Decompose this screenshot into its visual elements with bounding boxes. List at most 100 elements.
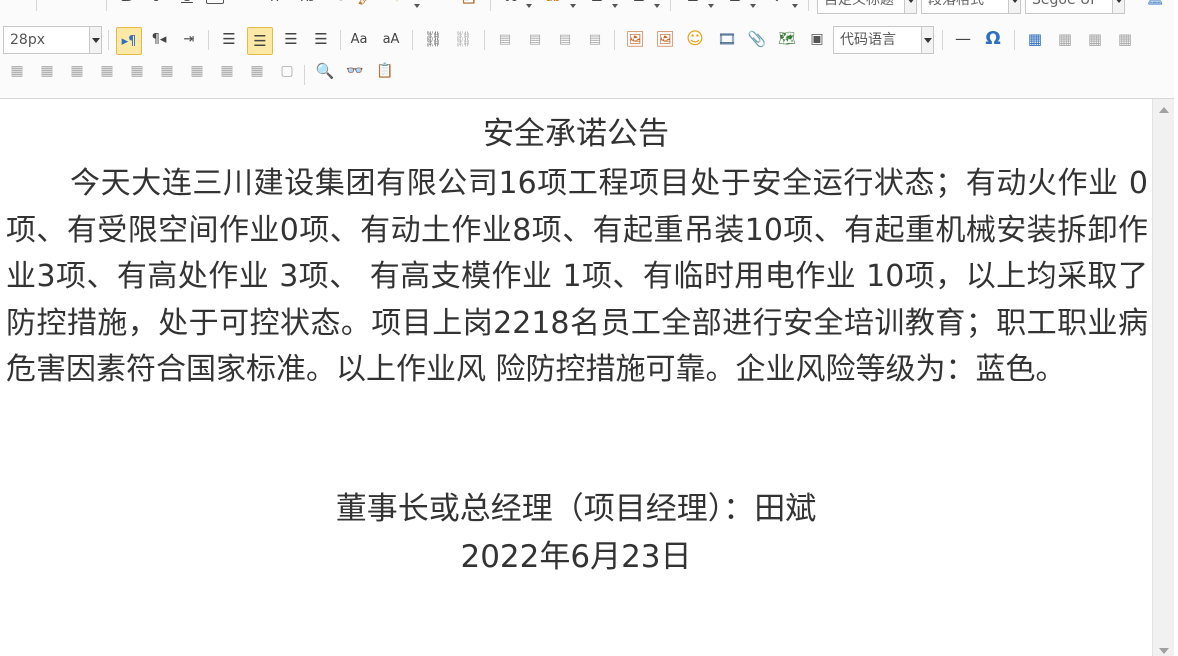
font-family-value: Segoe UI	[1032, 0, 1095, 8]
drafts-icon[interactable]: 📋	[374, 60, 396, 82]
code-language-select[interactable]: 代码语言	[833, 26, 934, 54]
align-left-icon[interactable]: ☰	[218, 28, 240, 50]
scroll-down-arrow-icon[interactable]	[1159, 648, 1169, 654]
font-size-select[interactable]: 28px	[3, 26, 102, 54]
line-height-icon[interactable]: ↕	[766, 0, 788, 8]
chevron-down-icon[interactable]	[792, 4, 798, 8]
eraser-icon[interactable]: ✎	[326, 0, 348, 8]
image-center-icon[interactable]: ▤	[584, 28, 606, 50]
row-spacing-bottom-icon[interactable]: ☰	[724, 0, 746, 8]
redo-icon[interactable]: ↷	[76, 0, 98, 8]
image-right-icon[interactable]: ▤	[554, 28, 576, 50]
chevron-down-icon[interactable]	[414, 4, 420, 8]
toolbar-separator	[106, 0, 107, 11]
search-replace-icon[interactable]: 🔍	[314, 60, 336, 82]
font-color-icon[interactable]: A	[500, 0, 522, 8]
split-to-cells-icon[interactable]: ▦	[246, 60, 268, 82]
strikethrough-icon[interactable]: ABC	[234, 0, 256, 8]
image-none-icon[interactable]: ▤	[494, 28, 516, 50]
link-icon[interactable]: ⛓	[422, 28, 444, 50]
toolbar-separator	[490, 0, 491, 11]
rich-text-editor: HTML ↶ ↷ B I U A ABC X² X₂ ✎ 🖌 ✧ ❝ 📋 A a…	[0, 0, 1174, 656]
document-date: 2022年6月23日	[460, 539, 692, 575]
chevron-down-icon[interactable]	[654, 4, 660, 8]
bold-icon[interactable]: B	[116, 0, 138, 8]
align-center-icon[interactable]: ☰	[247, 27, 273, 55]
ordered-list-icon[interactable]: ☰	[586, 0, 608, 8]
toolbar-row-1: HTML ↶ ↷ B I U A ABC X² X₂ ✎ 🖌 ✧ ❝ 📋 A a…	[0, 0, 1174, 16]
row-spacing-top-icon[interactable]: ☰	[682, 0, 704, 8]
split-to-cols-icon[interactable]: ▦	[216, 60, 238, 82]
attachment-icon[interactable]: 📎	[746, 28, 768, 50]
insert-table-icon[interactable]: ▦	[1024, 28, 1046, 50]
quote-icon[interactable]: ❝	[428, 0, 450, 8]
document-title: 安全承诺公告	[483, 116, 669, 152]
uppercase-icon[interactable]: Aa	[348, 28, 370, 50]
insert-frame-icon[interactable]: ▣	[806, 28, 828, 50]
undo-icon[interactable]: ↶	[44, 0, 66, 8]
chevron-down-icon[interactable]	[89, 27, 101, 53]
chevron-down-icon[interactable]	[612, 4, 618, 8]
document-signer: 董事长或总经理（项目经理）：田斌	[335, 491, 817, 527]
toolbar-separator	[1014, 30, 1015, 50]
multi-image-icon[interactable]: 🖼	[654, 28, 676, 50]
merge-down-icon[interactable]: ▦	[156, 60, 178, 82]
auto-format-icon[interactable]: ✧	[386, 0, 408, 8]
custom-heading-select[interactable]: 自定义标题	[817, 0, 917, 14]
scroll-up-arrow-icon[interactable]	[1159, 107, 1169, 113]
horizontal-rule-icon[interactable]: —	[952, 28, 974, 50]
fullscreen-icon[interactable]: 🖥	[1144, 0, 1166, 8]
merge-right-icon[interactable]: ▦	[126, 60, 148, 82]
indent-icon[interactable]: ⇥	[178, 28, 200, 50]
editor-content-area[interactable]: 安全承诺公告 今天大连三川建设集团有限公司16项工程项目处于安全运行状态；有动火…	[0, 99, 1152, 656]
emotion-icon[interactable]: ☺	[684, 28, 706, 50]
align-justify-icon[interactable]: ☰	[310, 28, 332, 50]
chevron-down-icon[interactable]	[526, 4, 532, 8]
italic-icon[interactable]: I	[146, 0, 168, 8]
chevron-down-icon[interactable]	[708, 4, 714, 8]
map-icon[interactable]: 🗺	[776, 28, 798, 50]
chevron-down-icon[interactable]	[570, 4, 576, 8]
toolbar-separator	[36, 0, 37, 11]
editor-toolbar: HTML ↶ ↷ B I U A ABC X² X₂ ✎ 🖌 ✧ ❝ 📋 A a…	[0, 0, 1174, 99]
underline-icon[interactable]: U	[176, 0, 198, 8]
chevron-down-icon[interactable]	[904, 0, 916, 13]
toolbar-separator	[614, 30, 615, 50]
custom-heading-value: 自定义标题	[824, 0, 894, 8]
chevron-down-icon[interactable]	[921, 27, 933, 53]
align-right-icon[interactable]: ☰	[280, 28, 302, 50]
vertical-scrollbar[interactable]	[1152, 99, 1174, 656]
insert-col-icon[interactable]: ▦	[36, 60, 58, 82]
special-chars-icon[interactable]: Ω	[982, 28, 1004, 50]
subscript-icon[interactable]: X₂	[296, 0, 318, 8]
superscript-icon[interactable]: X²	[266, 0, 288, 8]
html-source-icon[interactable]: HTML	[2, 0, 30, 8]
unordered-list-icon[interactable]: ☰	[628, 0, 650, 8]
paste-text-icon[interactable]: 📋	[458, 0, 480, 8]
preview-icon[interactable]: 👓	[344, 60, 366, 82]
delete-table-icon[interactable]: ▦	[1054, 28, 1076, 50]
chevron-down-icon[interactable]	[750, 4, 756, 8]
format-painter-icon[interactable]: 🖌	[356, 0, 378, 8]
insert-row-icon[interactable]: ▦	[1114, 28, 1136, 50]
insert-paragraph-before-table-icon[interactable]: ▦	[1084, 28, 1106, 50]
delete-col-icon[interactable]: ▦	[66, 60, 88, 82]
delete-row-icon[interactable]: ▦	[6, 60, 28, 82]
lowercase-icon[interactable]: aA	[380, 28, 402, 50]
table-props-icon[interactable]: ▢	[276, 60, 298, 82]
background-color-icon[interactable]: ab	[542, 0, 564, 8]
insert-image-icon[interactable]: 🖼	[624, 28, 646, 50]
image-left-icon[interactable]: ▤	[524, 28, 546, 50]
split-to-rows-icon[interactable]: ▦	[186, 60, 208, 82]
font-border-icon[interactable]: A	[206, 0, 224, 4]
merge-cells-icon[interactable]: ▦	[96, 60, 118, 82]
toolbar-separator	[208, 30, 209, 50]
insert-video-icon[interactable]: 🎞	[716, 28, 738, 50]
ltr-direction-icon[interactable]: ▸¶	[116, 27, 142, 55]
paragraph-format-select[interactable]: 段落格式	[921, 0, 1021, 14]
chevron-down-icon[interactable]	[1112, 0, 1124, 13]
chevron-down-icon[interactable]	[1008, 0, 1020, 13]
rtl-direction-icon[interactable]: ¶◂	[148, 28, 170, 50]
unlink-icon[interactable]: ⛓	[452, 28, 474, 50]
font-family-select[interactable]: Segoe UI	[1025, 0, 1125, 14]
